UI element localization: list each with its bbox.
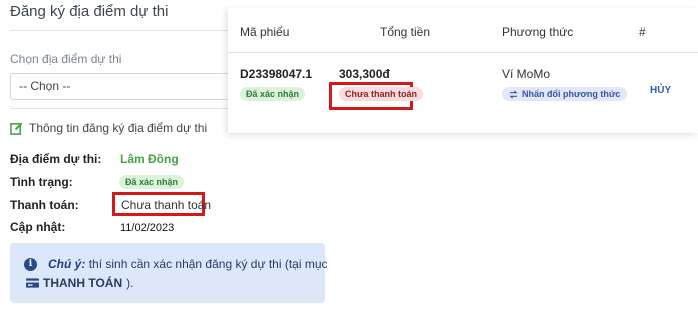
ticket-code: D23398047.1 <box>240 67 313 81</box>
payment-method: Ví MoMo <box>502 67 551 81</box>
note-prefix: Chú ý: <box>48 257 86 271</box>
info-header: Thông tin đăng ký địa điểm dự thi <box>10 121 207 135</box>
location-select[interactable]: -- Chọn -- <box>10 73 250 100</box>
status-badge: Đã xác nhận <box>119 175 185 189</box>
change-method-button[interactable]: Nhấn đổi phương thức <box>502 87 628 101</box>
payment-value: Chưa thanh toán <box>121 198 212 212</box>
column-header-method: Phương thức <box>502 25 574 39</box>
payment-table-panel: Mã phiếu Tổng tiền Phương thức # D233980… <box>228 8 698 133</box>
location-select-label: Chọn địa điểm dự thi <box>10 52 122 66</box>
column-header-code: Mã phiếu <box>240 25 290 39</box>
payment-status-badge: Chưa thanh toán <box>339 87 424 101</box>
credit-card-icon <box>26 278 39 288</box>
edit-icon <box>10 122 23 135</box>
header-divider <box>228 52 698 53</box>
payment-section-link[interactable]: THANH TOÁN <box>43 276 122 290</box>
swap-icon <box>509 89 518 99</box>
updated-value: 11/02/2023 <box>120 222 175 234</box>
note-tail: ). <box>126 276 134 290</box>
column-header-action: # <box>639 25 646 39</box>
info-icon: i <box>24 258 37 271</box>
payment-label: Thanh toán: <box>10 198 79 212</box>
ticket-status-badge: Đã xác nhận <box>240 87 306 101</box>
column-header-amount: Tổng tiền <box>380 25 431 39</box>
info-header-label: Thông tin đăng ký địa điểm dự thi <box>29 121 208 135</box>
note-box: i Chú ý: thí sinh cần xác nhận đăng ký d… <box>10 243 328 303</box>
updated-label: Cập nhật: <box>10 220 66 234</box>
cancel-button[interactable]: HỦY <box>650 85 671 96</box>
note-line2: THANH TOÁN). <box>26 276 133 290</box>
status-label: Tình trạng: <box>10 175 73 189</box>
note-text: thí sinh cần xác nhận đăng ký dự thi (tạ… <box>88 257 328 271</box>
location-label: Địa điểm dự thi: <box>10 152 102 166</box>
note-line1: Chú ý: thí sinh cần xác nhận đăng ký dự … <box>48 257 328 271</box>
change-method-label: Nhấn đổi phương thức <box>522 89 621 99</box>
total-amount: 303,300đ <box>339 67 390 81</box>
location-value: Lâm Đồng <box>120 152 179 166</box>
page-title: Đăng ký địa điểm dự thi <box>10 3 169 20</box>
